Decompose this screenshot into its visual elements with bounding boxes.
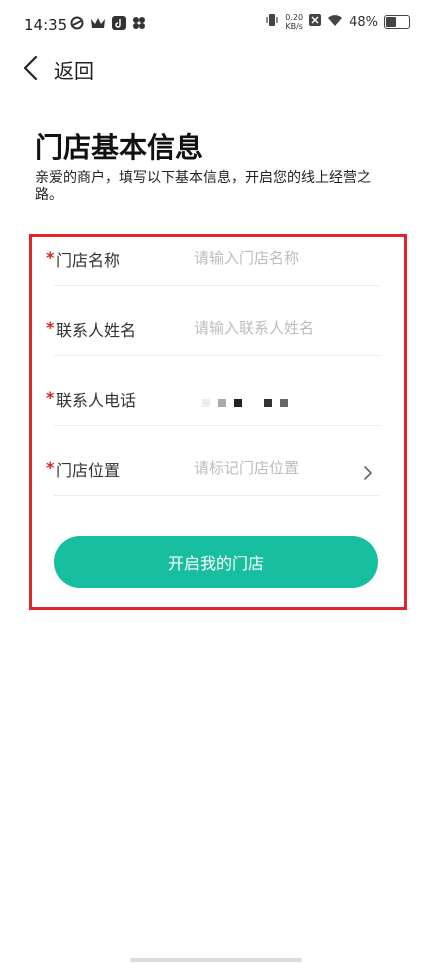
mask-dot [264, 399, 272, 407]
contact-phone-field[interactable]: * 联系人电话 [46, 377, 380, 426]
status-bar: 14:35 0.20 KB/s 48% [0, 0, 432, 50]
mask-dot [280, 399, 288, 407]
wifi-icon [327, 14, 343, 31]
status-right-icons: 0.20 KB/s 48% [265, 13, 410, 31]
open-store-button[interactable]: 开启我的门店 [54, 536, 378, 588]
store-location-field[interactable]: * 门店位置 请标记门店位置 [46, 447, 380, 496]
home-indicator[interactable] [130, 958, 302, 962]
top-nav: 返回 [0, 48, 432, 88]
battery-percent: 48% [349, 14, 378, 30]
contact-name-input[interactable]: 请输入联系人姓名 [194, 317, 314, 338]
status-time: 14:35 [24, 16, 68, 34]
contact-name-label: 联系人姓名 [56, 321, 137, 340]
back-button[interactable]: 返回 [54, 55, 94, 84]
crown-icon [90, 16, 106, 34]
required-mark: * [46, 318, 55, 337]
page-subtitle: 亲爱的商户，填写以下基本信息，开启您的线上经营之路。 [35, 170, 371, 203]
sync-icon [70, 16, 84, 34]
net-speed: 0.20 KB/s [285, 13, 303, 31]
tiktok-icon [112, 16, 126, 34]
store-info-form: * 门店名称 请输入门店名称 * 联系人姓名 请输入联系人姓名 * 联系人电话 … [29, 234, 407, 610]
store-name-input[interactable]: 请输入门店名称 [194, 247, 299, 268]
mask-dot [218, 399, 226, 407]
sim-off-icon [309, 13, 322, 31]
required-mark: * [46, 388, 55, 407]
chevron-right-icon[interactable] [362, 465, 374, 481]
net-speed-value: 0.20 [285, 13, 304, 22]
petal-icon [132, 16, 146, 34]
status-left-icons [70, 16, 146, 34]
back-arrow-icon[interactable] [20, 54, 44, 82]
net-speed-unit: KB/s [285, 22, 303, 31]
battery-fill [386, 17, 396, 27]
store-name-label: 门店名称 [56, 251, 121, 270]
store-name-field[interactable]: * 门店名称 请输入门店名称 [46, 237, 380, 286]
mask-gap [250, 399, 256, 407]
mask-dot [234, 399, 242, 407]
contact-phone-label: 联系人电话 [56, 391, 137, 410]
vibrate-icon [265, 13, 279, 31]
battery-icon [384, 15, 410, 29]
page-title: 门店基本信息 [35, 131, 204, 164]
contact-phone-input-masked[interactable] [202, 399, 288, 407]
store-location-input[interactable]: 请标记门店位置 [194, 457, 299, 478]
required-mark: * [46, 248, 55, 267]
mask-dot [202, 399, 210, 407]
store-location-label: 门店位置 [56, 461, 121, 480]
required-mark: * [46, 458, 55, 477]
contact-name-field[interactable]: * 联系人姓名 请输入联系人姓名 [46, 307, 380, 356]
